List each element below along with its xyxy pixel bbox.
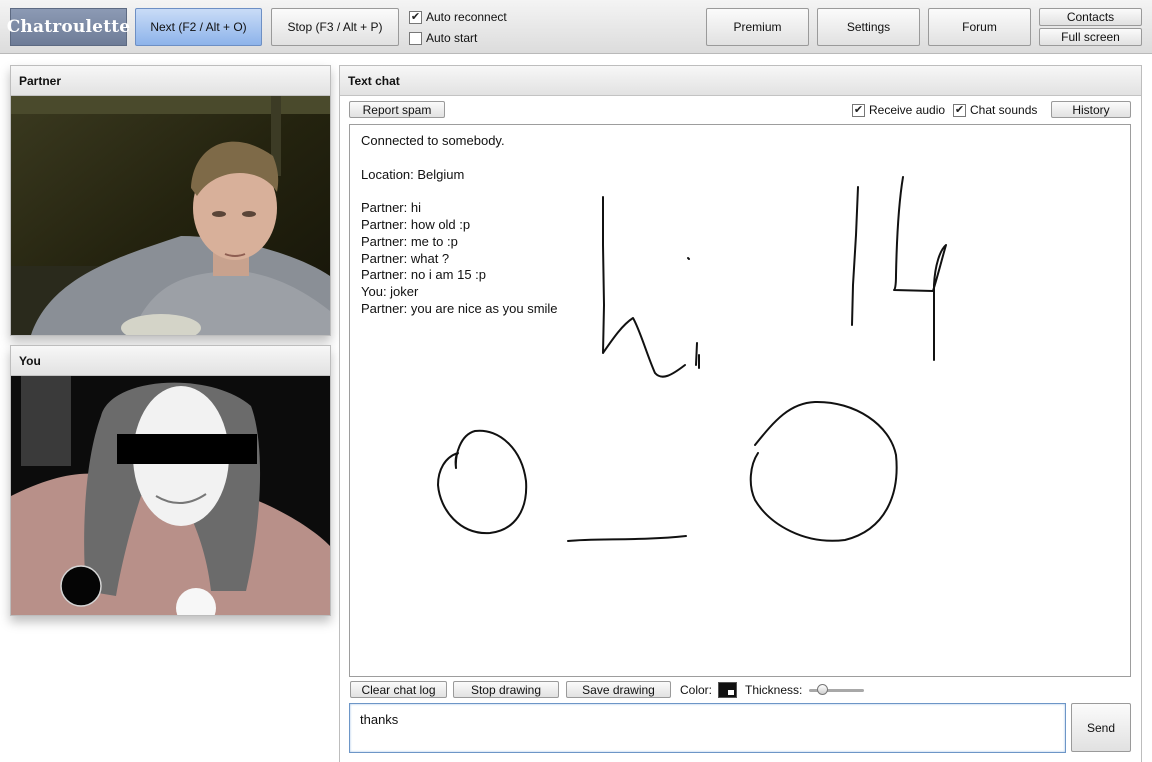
you-panel: You <box>10 345 331 616</box>
drawing-stroke-underscore <box>567 535 687 542</box>
auto-reconnect-label: Auto reconnect <box>426 10 507 24</box>
partner-panel-title: Partner <box>11 66 330 96</box>
chat-sounds-check-icon: ✔ <box>953 103 966 117</box>
message-input[interactable]: thanks <box>349 703 1066 753</box>
chat-sounds-label: Chat sounds <box>970 103 1038 117</box>
color-picker[interactable] <box>718 682 737 698</box>
drawing-stroke-1 <box>851 186 859 326</box>
send-button[interactable]: Send <box>1071 703 1131 752</box>
drawing-stroke-dot <box>687 257 690 260</box>
stop-button[interactable]: Stop (F3 / Alt + P) <box>271 8 399 46</box>
receive-audio-checkbox[interactable]: ✔ Receive audio <box>852 103 945 117</box>
receive-audio-check-icon: ✔ <box>852 103 865 117</box>
auto-start-check-icon <box>409 31 422 45</box>
history-button[interactable]: History <box>1051 101 1131 118</box>
text-chat-title: Text chat <box>340 66 1141 96</box>
partner-video-image <box>11 96 330 335</box>
receive-audio-label: Receive audio <box>869 103 946 117</box>
chat-sounds-checkbox[interactable]: ✔ Chat sounds <box>953 103 1037 117</box>
premium-button[interactable]: Premium <box>706 8 809 46</box>
partner-video <box>11 96 330 335</box>
drawing-stroke-o-large <box>749 400 898 542</box>
stop-drawing-button[interactable]: Stop drawing <box>453 681 559 698</box>
drawing-stroke-o-small <box>437 429 528 535</box>
fullscreen-button[interactable]: Full screen <box>1039 28 1142 46</box>
partner-panel: Partner <box>10 65 331 336</box>
auto-reconnect-checkbox[interactable]: ✔ Auto reconnect <box>409 10 507 24</box>
report-spam-button[interactable]: Report spam <box>349 101 445 118</box>
auto-start-checkbox[interactable]: Auto start <box>409 31 477 45</box>
clear-chat-log-button[interactable]: Clear chat log <box>350 681 447 698</box>
thickness-label: Thickness: <box>745 683 803 697</box>
self-video <box>11 376 330 615</box>
contacts-button[interactable]: Contacts <box>1039 8 1142 26</box>
drawing-stroke-4 <box>893 176 947 361</box>
auto-reconnect-check-icon: ✔ <box>409 10 422 24</box>
thickness-slider-handle[interactable] <box>817 684 828 695</box>
self-video-image <box>11 376 330 615</box>
drawing-canvas[interactable] <box>350 125 1131 677</box>
drawing-stroke-i <box>695 342 700 369</box>
forum-button[interactable]: Forum <box>928 8 1031 46</box>
next-button[interactable]: Next (F2 / Alt + O) <box>135 8 262 46</box>
drawing-stroke-h <box>602 196 686 378</box>
chatroulette-logo: Chatroulette <box>7 8 130 46</box>
you-panel-title: You <box>11 346 330 376</box>
auto-start-label: Auto start <box>426 31 478 45</box>
color-label: Color: <box>680 683 713 697</box>
save-drawing-button[interactable]: Save drawing <box>566 681 671 698</box>
top-toolbar: Chatroulette Next (F2 / Alt + O) Stop (F… <box>0 0 1152 54</box>
settings-button[interactable]: Settings <box>817 8 920 46</box>
chat-log[interactable]: Connected to somebody. Location: Belgium… <box>349 124 1131 677</box>
